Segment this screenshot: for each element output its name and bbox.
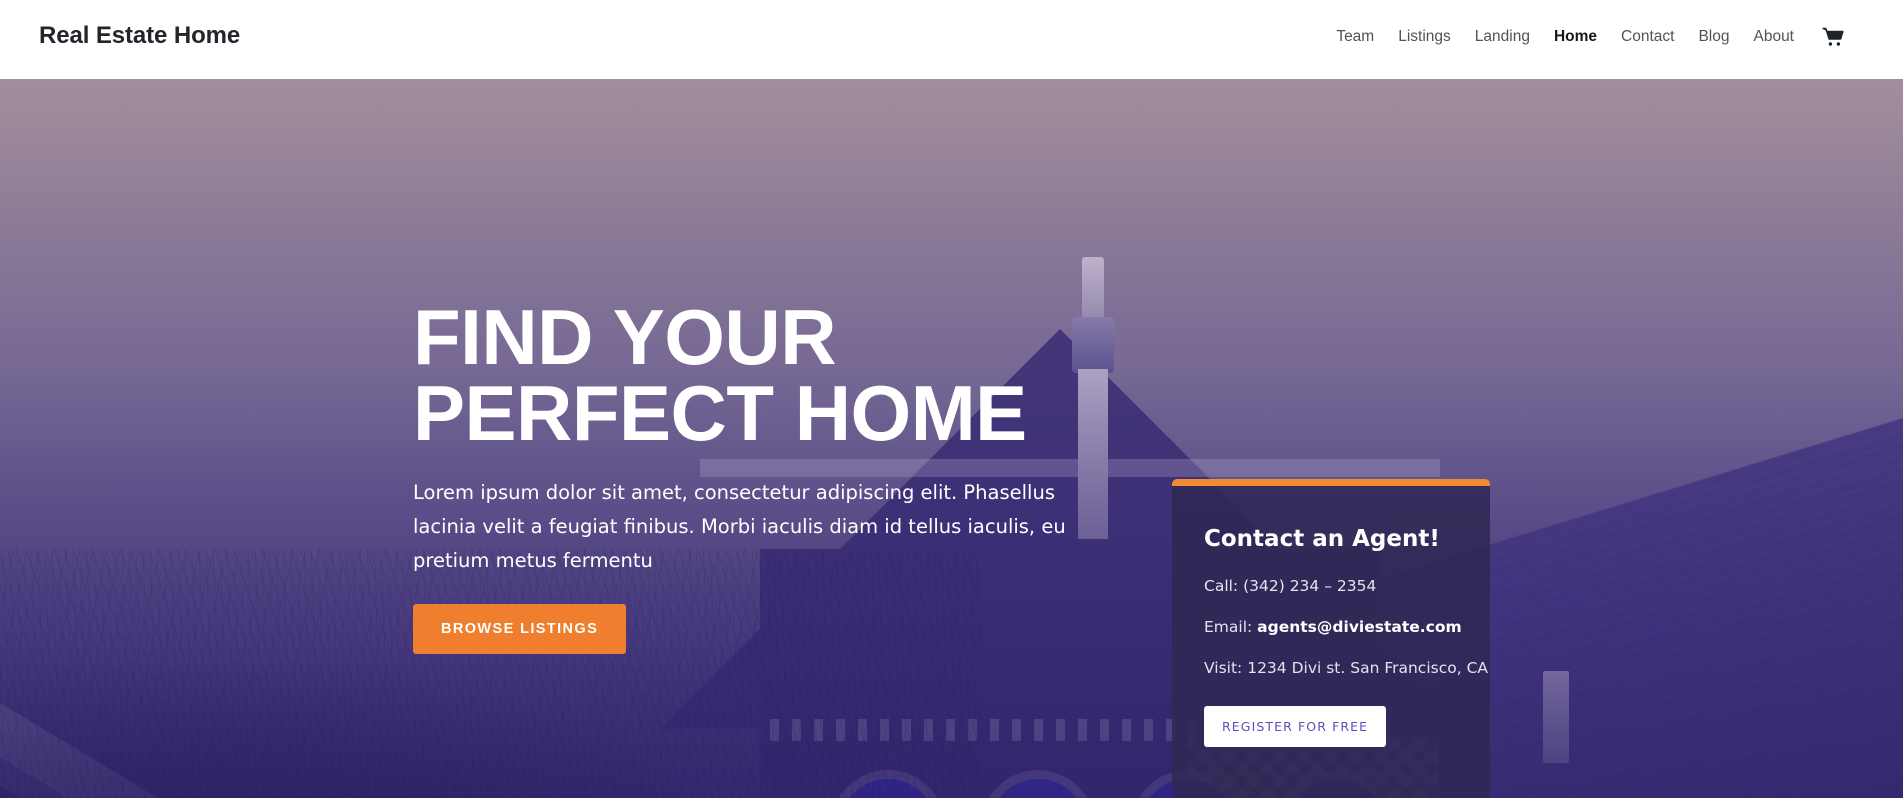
- nav-item-about[interactable]: About: [1741, 27, 1806, 47]
- hero-copy-block: FIND YOUR PERFECT HOME Lorem ipsum dolor…: [413, 293, 1113, 655]
- hero-section: FIND YOUR PERFECT HOME Lorem ipsum dolor…: [0, 79, 1903, 798]
- nav-item-blog[interactable]: Blog: [1686, 27, 1741, 47]
- browse-listings-button[interactable]: BROWSE LISTINGS: [413, 604, 627, 655]
- nav-item-landing[interactable]: Landing: [1463, 27, 1542, 47]
- contact-email-line: Email: agents@diviestate.com: [1204, 615, 1462, 639]
- site-logo[interactable]: Real Estate Home: [39, 22, 240, 50]
- hero-content: FIND YOUR PERFECT HOME Lorem ipsum dolor…: [0, 79, 1903, 798]
- contact-phone-value: (342) 234 – 2354: [1243, 577, 1377, 595]
- contact-address-value: 1234 Divi st. San Francisco, CA: [1247, 659, 1488, 678]
- shopping-cart-icon[interactable]: [1822, 27, 1844, 47]
- nav-item-listings[interactable]: Listings: [1386, 27, 1463, 47]
- hero-title-line-1: FIND YOUR: [413, 293, 837, 381]
- hero-title: FIND YOUR PERFECT HOME: [413, 293, 1113, 458]
- register-for-free-button[interactable]: REGISTER FOR FREE: [1204, 706, 1387, 748]
- hero-title-line-2: PERFECT HOME: [413, 369, 1027, 458]
- site-header: Real Estate Home Team Listings Landing H…: [0, 0, 1903, 79]
- contact-email-value[interactable]: agents@diviestate.com: [1257, 618, 1461, 636]
- nav-item-team[interactable]: Team: [1324, 27, 1386, 47]
- contact-agent-card: Contact an Agent! Call: (342) 234 – 2354…: [1172, 479, 1490, 798]
- contact-address-line: Visit: 1234 Divi st. San Francisco, CA: [1204, 656, 1488, 680]
- contact-card-title: Contact an Agent!: [1204, 526, 1440, 552]
- contact-phone-label: Call:: [1204, 577, 1239, 595]
- nav-item-home[interactable]: Home: [1542, 27, 1609, 47]
- hero-subtitle: Lorem ipsum dolor sit amet, consectetur …: [413, 480, 1066, 573]
- contact-email-label: Email:: [1204, 618, 1253, 637]
- nav-item-contact[interactable]: Contact: [1609, 27, 1686, 47]
- contact-address-label: Visit:: [1204, 659, 1243, 678]
- contact-phone-line: Call: (342) 234 – 2354: [1204, 574, 1458, 598]
- main-navigation: Team Listings Landing Home Contact Blog …: [1324, 27, 1844, 47]
